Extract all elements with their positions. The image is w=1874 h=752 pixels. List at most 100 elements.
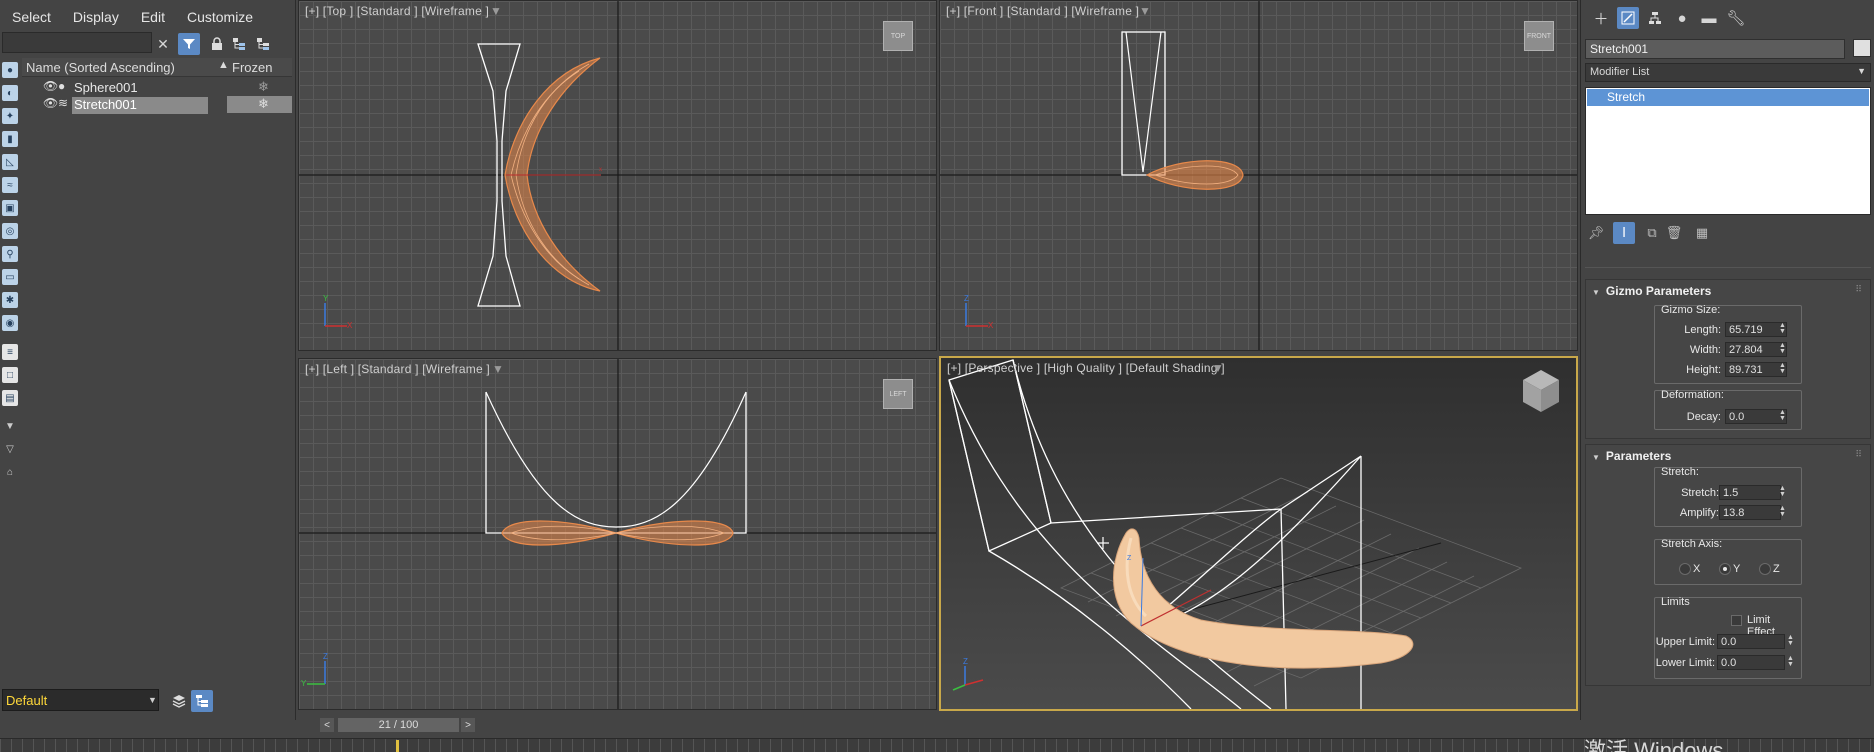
shapes-filter-icon[interactable]: ◐ [2,85,18,101]
rollout-drag-handle-icon[interactable]: ⠿ [1855,284,1862,295]
upper-limit-spinner[interactable]: 0.0 [1717,634,1785,649]
pin-stack-icon[interactable]: 📌︎ [1585,222,1607,244]
display-tab-icon[interactable]: ▬ [1698,7,1720,29]
groups-filter-icon[interactable]: ▣ [2,200,18,216]
motion-tab-icon[interactable]: ● [1671,7,1693,29]
spinner-arrows-icon[interactable]: ▲ ▼ [1787,655,1794,668]
explorer-search-input[interactable] [2,32,152,53]
menu-customize[interactable]: Customize [187,9,253,25]
viewport-filter-icon[interactable]: ▼ [492,362,504,376]
previous-frame-button[interactable]: < [320,718,334,732]
current-frame-marker[interactable] [396,740,399,752]
axis-x-radio[interactable] [1679,563,1691,575]
rollout-title[interactable]: ▼ Parameters [1592,449,1671,463]
dropdown-arrow-icon[interactable]: ▼ [148,689,159,711]
spinner-arrows-icon[interactable]: ▲ ▼ [1787,634,1794,647]
filter-funnel-icon[interactable]: ▼ [2,418,18,434]
filter-toggle-icon[interactable] [178,33,200,55]
modifier-stack[interactable]: Stretch [1585,87,1871,215]
visibility-eye-icon[interactable]: 👁︎ [43,96,58,110]
next-frame-button[interactable]: > [461,718,475,732]
axis-y-radio[interactable] [1719,563,1731,575]
menu-select[interactable]: Select [12,9,51,25]
lower-limit-spinner[interactable]: 0.0 [1717,655,1785,670]
hierarchy-view-icon[interactable] [191,690,213,712]
viewport-label[interactable]: [+] [Front ] [Standard ] [Wireframe ] [946,4,1139,18]
amplify-spinner[interactable]: 13.8 [1719,505,1781,520]
display-invert-icon[interactable]: ▤ [2,390,18,406]
freeze-icon[interactable]: ❄ [258,79,269,95]
object-name-field[interactable]: Stretch001 [1585,39,1845,59]
viewport-label[interactable]: [+] [Perspective ] [High Quality ] [Defa… [947,361,1225,375]
particles-filter-icon[interactable]: ✱ [2,292,18,308]
viewcube-icon[interactable]: LEFT [883,379,913,409]
geometry-filter-icon[interactable]: ● [2,62,18,78]
sort-ascending-icon[interactable]: ▲ [218,59,229,71]
utilities-tab-icon[interactable]: 🔧︎ [1725,7,1747,29]
viewport-perspective[interactable]: Z Z [+] [Perspective ] [High Quality ] [… [939,356,1578,711]
viewport-filter-icon[interactable]: ▼ [490,4,502,18]
clear-search-icon[interactable]: ✕ [152,33,174,55]
width-spinner[interactable]: 27.804 [1725,342,1787,357]
containers-filter-icon[interactable]: ▭ [2,269,18,285]
rollout-drag-handle-icon[interactable]: ⠿ [1855,449,1862,460]
create-tab-icon[interactable]: ＋ [1590,7,1612,29]
column-frozen-header[interactable]: Frozen [232,60,272,75]
length-spinner[interactable]: 65.719 [1725,322,1787,337]
freeze-icon[interactable]: ❄ [258,96,269,112]
viewport-left[interactable]: Z Y [+] [Left ] [Standard ] [Wireframe ]… [298,358,937,710]
decay-spinner[interactable]: 0.0 [1725,409,1787,424]
viewcube-icon[interactable]: FRONT [1524,21,1554,51]
select-set-icon[interactable]: ⌂ [2,464,18,480]
cameras-filter-icon[interactable]: ▮ [2,131,18,147]
helpers-filter-icon[interactable]: ◺ [2,154,18,170]
xrefs-filter-icon[interactable]: ◎ [2,223,18,239]
viewport-label[interactable]: [+] [Top ] [Standard ] [Wireframe ] [305,4,489,18]
viewcube-3d-icon[interactable] [1523,370,1559,412]
spinner-arrows-icon[interactable]: ▲ ▼ [1779,342,1786,355]
viewport-filter-icon[interactable]: ▼ [1139,4,1151,18]
current-layer-dropdown[interactable]: Default [2,689,159,711]
menu-display[interactable]: Display [73,9,119,25]
object-name[interactable]: Stretch001 [72,97,208,114]
menu-edit[interactable]: Edit [141,9,165,25]
height-spinner[interactable]: 89.731 [1725,362,1787,377]
spinner-arrows-icon[interactable]: ▲ ▼ [1779,409,1786,422]
show-end-result-icon[interactable]: Ⅰ [1613,222,1635,244]
viewport-top[interactable]: x Y X [+] [Top ] [Standard ] [Wireframe … [298,0,937,351]
axis-z-radio[interactable] [1759,563,1771,575]
spinner-arrows-icon[interactable]: ▲ ▼ [1779,485,1786,498]
bones-filter-icon[interactable]: ⚲ [2,246,18,262]
viewport-label[interactable]: [+] [Left ] [Standard ] [Wireframe ] [305,362,490,376]
modifier-list-dropdown[interactable]: Modifier List ▼ [1585,63,1871,82]
visibility-eye-icon[interactable]: 👁︎ [43,79,58,93]
stretch-spinner[interactable]: 1.5 [1719,485,1781,500]
spinner-arrows-icon[interactable]: ▲ ▼ [1779,322,1786,335]
remove-modifier-icon[interactable]: 🗑︎ [1663,222,1685,244]
hierarchy-tab-icon[interactable] [1644,7,1666,29]
modify-tab-icon[interactable] [1617,7,1639,29]
layers-icon[interactable] [168,690,190,712]
time-slider[interactable]: 21 / 100 [338,718,459,732]
column-name-header[interactable]: Name (Sorted Ascending) [26,60,175,75]
lock-icon[interactable] [206,33,228,55]
make-unique-icon[interactable]: ⧉ [1641,222,1663,244]
object-color-swatch[interactable] [1853,39,1871,57]
limit-effect-checkbox[interactable] [1731,615,1742,626]
display-none-icon[interactable]: □ [2,367,18,383]
spacewarps-filter-icon[interactable]: ≈ [2,177,18,193]
hidden-filter-icon[interactable]: ◉ [2,315,18,331]
layer-hierarchy-icon[interactable] [252,33,274,55]
rollout-title[interactable]: ▼ Gizmo Parameters [1592,284,1711,298]
modifier-stack-item[interactable]: Stretch [1587,89,1869,106]
viewport-filter-icon[interactable]: ▼ [1212,361,1224,375]
outliner-row-stretch001[interactable]: 👁︎ ≋ Stretch001 ❄ [22,96,292,114]
viewport-front[interactable]: Z X [+] [Front ] [Standard ] [Wireframe … [939,0,1578,351]
hierarchy-icon[interactable] [228,33,250,55]
spinner-arrows-icon[interactable]: ▲ ▼ [1779,362,1786,375]
lights-filter-icon[interactable]: ✦ [2,108,18,124]
configure-modifier-sets-icon[interactable]: ▦ [1691,222,1713,244]
viewcube-icon[interactable]: TOP [883,21,913,51]
object-name[interactable]: Sphere001 [74,80,138,95]
filter-options-icon[interactable]: ▽ [2,441,18,457]
